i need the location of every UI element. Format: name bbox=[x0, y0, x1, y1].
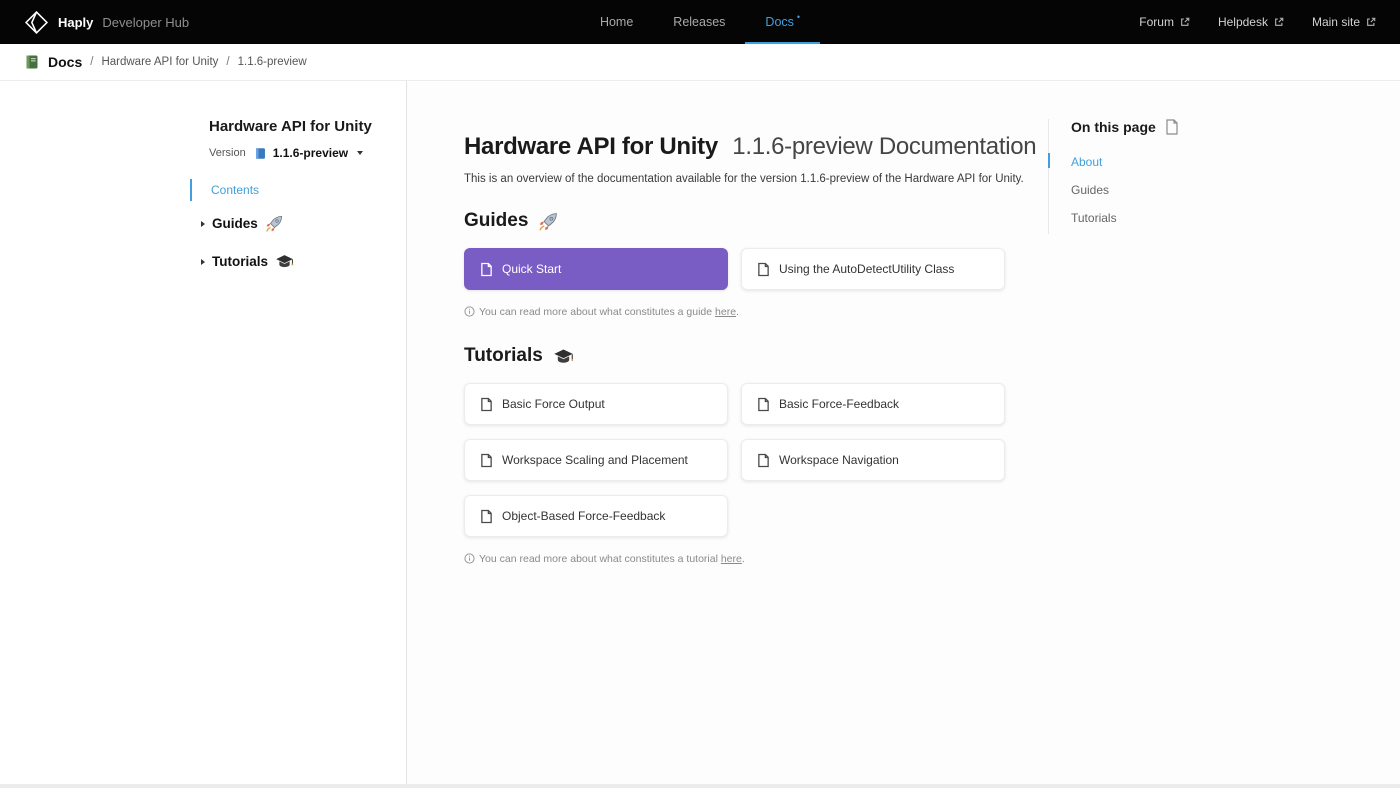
page-title-version: 1.1.6-preview Documentation bbox=[732, 133, 1036, 160]
guides-note-link[interactable]: here bbox=[715, 306, 736, 318]
nav-releases-label: Releases bbox=[673, 15, 725, 29]
guides-note-text: You can read more about what constitutes… bbox=[479, 306, 715, 318]
nav-docs[interactable]: Docs • bbox=[745, 0, 820, 44]
rocket-icon bbox=[538, 211, 559, 232]
nav-home[interactable]: Home bbox=[580, 0, 653, 44]
document-icon bbox=[480, 397, 493, 412]
main-site-link[interactable]: Main site bbox=[1312, 15, 1376, 29]
sidebar-nav: Contents Guides bbox=[190, 179, 406, 277]
helpdesk-link[interactable]: Helpdesk bbox=[1218, 15, 1284, 29]
breadcrumb-separator: / bbox=[226, 56, 229, 68]
info-icon bbox=[464, 306, 475, 320]
page-outline-icon bbox=[1165, 119, 1179, 135]
tutorials-card-grid: Basic Force Output Basic Force-Feedback bbox=[464, 383, 1005, 537]
toc-item-about[interactable]: About bbox=[1071, 150, 1218, 178]
primary-nav: Home Releases Docs • bbox=[580, 0, 820, 44]
guide-card-quick-start[interactable]: Quick Start bbox=[464, 248, 728, 290]
sidebar-guides-label: Guides bbox=[212, 216, 258, 231]
page-title-product: Hardware API for Unity bbox=[464, 133, 718, 160]
card-label: Basic Force Output bbox=[502, 397, 605, 411]
version-value: 1.1.6-preview bbox=[273, 146, 348, 160]
card-label: Workspace Navigation bbox=[779, 453, 899, 467]
helpdesk-link-label: Helpdesk bbox=[1218, 15, 1268, 29]
document-icon bbox=[480, 509, 493, 524]
breadcrumb-separator: / bbox=[90, 56, 93, 68]
left-sidebar: Hardware API for Unity Version 1.1.6-pre… bbox=[0, 81, 407, 788]
tutorial-card-workspace-scaling[interactable]: Workspace Scaling and Placement bbox=[464, 439, 728, 481]
guides-card-grid: Quick Start Using the AutoDetectUtility … bbox=[464, 248, 1005, 290]
external-links: Forum Helpdesk Main site bbox=[1139, 15, 1376, 29]
horizontal-scrollbar[interactable] bbox=[0, 784, 1400, 788]
document-icon bbox=[480, 262, 493, 277]
guide-card-autodetectutility[interactable]: Using the AutoDetectUtility Class bbox=[741, 248, 1005, 290]
forum-link-label: Forum bbox=[1139, 15, 1174, 29]
toc-item-tutorials[interactable]: Tutorials bbox=[1071, 206, 1218, 234]
graduation-cap-icon bbox=[275, 252, 294, 271]
tutorials-note: You can read more about what constitutes… bbox=[464, 553, 1005, 567]
sidebar-item-tutorials[interactable]: Tutorials bbox=[190, 246, 406, 277]
brand-home-link[interactable]: Haply Developer Hub bbox=[24, 10, 189, 35]
book-icon bbox=[24, 54, 40, 70]
guides-heading-label: Guides bbox=[464, 210, 528, 232]
page-title: Hardware API for Unity 1.1.6-preview Doc… bbox=[464, 133, 1005, 161]
docs-new-dot-badge: • bbox=[797, 13, 800, 22]
forum-link[interactable]: Forum bbox=[1139, 15, 1190, 29]
external-link-icon bbox=[1180, 17, 1190, 27]
guides-note: You can read more about what constitutes… bbox=[464, 306, 1005, 320]
graduation-cap-icon bbox=[553, 346, 574, 367]
triangle-right-icon bbox=[201, 259, 205, 265]
guides-heading: Guides bbox=[464, 210, 1005, 232]
on-this-page-panel: On this page About Guides Tutorials bbox=[1048, 81, 1218, 788]
external-link-icon bbox=[1366, 17, 1376, 27]
info-icon bbox=[464, 553, 475, 567]
main-content: Hardware API for Unity 1.1.6-preview Doc… bbox=[407, 81, 1400, 788]
breadcrumb-segment-version[interactable]: 1.1.6-preview bbox=[238, 56, 307, 68]
sidebar-item-guides[interactable]: Guides bbox=[190, 208, 406, 239]
tutorial-card-object-based-force-feedback[interactable]: Object-Based Force-Feedback bbox=[464, 495, 728, 537]
brand-name: Haply bbox=[58, 15, 93, 30]
external-link-icon bbox=[1274, 17, 1284, 27]
document-icon bbox=[757, 453, 770, 468]
nav-docs-label: Docs bbox=[765, 15, 793, 29]
tutorials-heading: Tutorials bbox=[464, 345, 1005, 367]
nav-home-label: Home bbox=[600, 15, 633, 29]
document-icon bbox=[757, 397, 770, 412]
triangle-right-icon bbox=[201, 221, 205, 227]
card-label: Basic Force-Feedback bbox=[779, 397, 899, 411]
tutorials-note-text: You can read more about what constitutes… bbox=[479, 553, 721, 565]
toc-heading: On this page bbox=[1071, 119, 1156, 135]
breadcrumb: Docs / Hardware API for Unity / 1.1.6-pr… bbox=[0, 44, 1400, 81]
intro-paragraph: This is an overview of the documentation… bbox=[464, 173, 1005, 185]
version-label: Version bbox=[209, 147, 246, 159]
tutorials-heading-label: Tutorials bbox=[464, 345, 543, 367]
main-site-link-label: Main site bbox=[1312, 15, 1360, 29]
tutorials-note-period: . bbox=[742, 553, 745, 565]
chevron-down-icon bbox=[357, 151, 363, 155]
toc-item-guides[interactable]: Guides bbox=[1071, 178, 1218, 206]
breadcrumb-root[interactable]: Docs bbox=[48, 54, 82, 70]
card-label: Workspace Scaling and Placement bbox=[502, 453, 688, 467]
tutorial-card-basic-force-feedback[interactable]: Basic Force-Feedback bbox=[741, 383, 1005, 425]
sidebar-tutorials-label: Tutorials bbox=[212, 254, 268, 269]
rocket-icon bbox=[265, 214, 284, 233]
document-icon bbox=[480, 453, 493, 468]
document-icon bbox=[757, 262, 770, 277]
card-label: Quick Start bbox=[502, 262, 561, 276]
sidebar-item-contents[interactable]: Contents bbox=[190, 179, 406, 201]
nav-releases[interactable]: Releases bbox=[653, 0, 745, 44]
sidebar-title: Hardware API for Unity bbox=[190, 118, 406, 135]
haply-diamond-logo-icon bbox=[24, 10, 49, 35]
toc-list: About Guides Tutorials bbox=[1071, 150, 1218, 234]
brand-suffix: Developer Hub bbox=[102, 15, 189, 30]
guides-note-period: . bbox=[736, 306, 739, 318]
tutorial-card-workspace-navigation[interactable]: Workspace Navigation bbox=[741, 439, 1005, 481]
version-selector[interactable]: Version 1.1.6-preview bbox=[190, 146, 406, 160]
tutorials-note-link[interactable]: here bbox=[721, 553, 742, 565]
breadcrumb-segment-product[interactable]: Hardware API for Unity bbox=[101, 56, 218, 68]
card-label: Using the AutoDetectUtility Class bbox=[779, 262, 954, 276]
book-icon bbox=[254, 147, 267, 160]
card-label: Object-Based Force-Feedback bbox=[502, 509, 665, 523]
top-navigation-bar: Haply Developer Hub Home Releases Docs •… bbox=[0, 0, 1400, 44]
tutorial-card-basic-force-output[interactable]: Basic Force Output bbox=[464, 383, 728, 425]
